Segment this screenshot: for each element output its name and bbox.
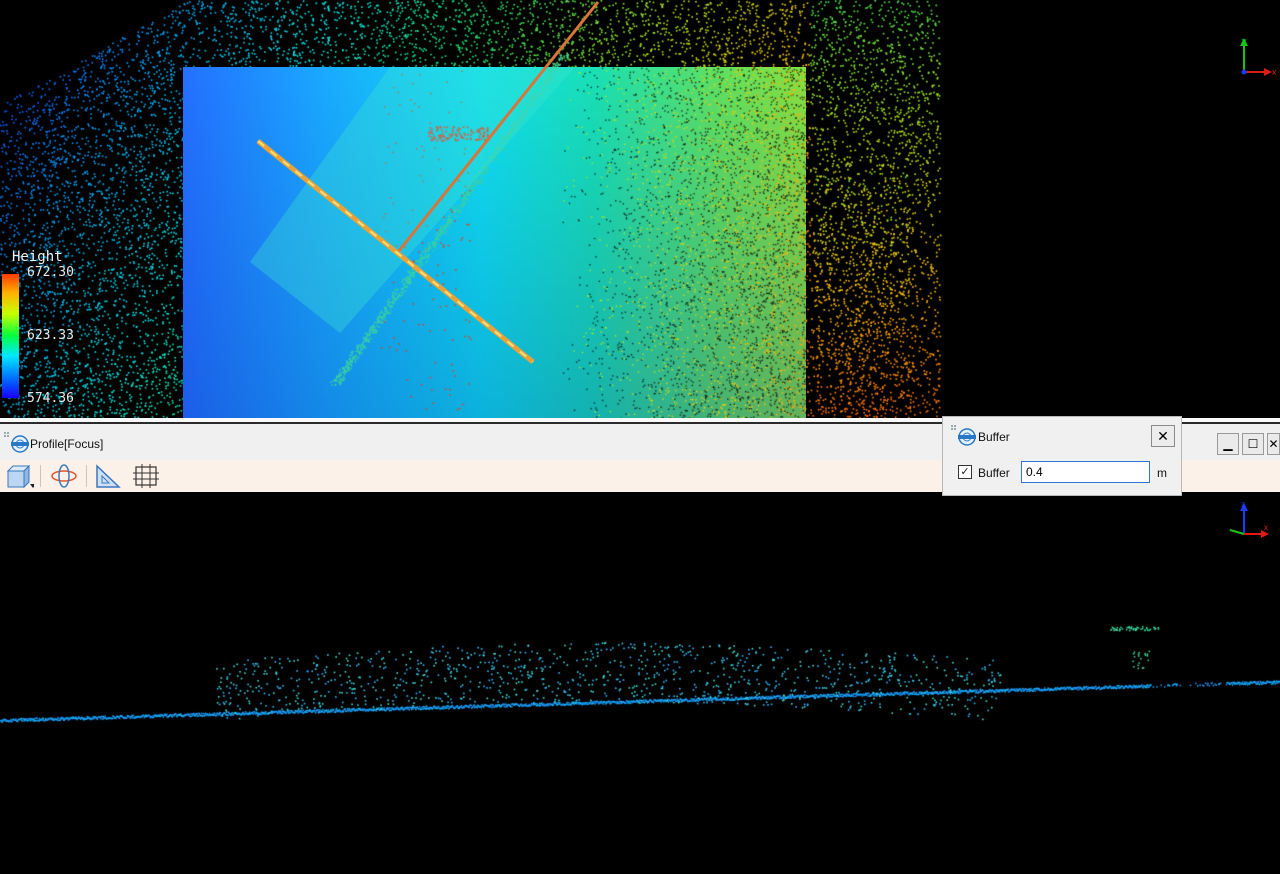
- orbit-button[interactable]: [49, 462, 79, 490]
- axis-gizmo-icon: y x: [1240, 36, 1277, 77]
- legend-min: 574.36: [27, 391, 74, 406]
- building-roof: [250, 67, 575, 333]
- checkmark-icon: ✓: [960, 465, 970, 478]
- minimize-icon: ▁: [1223, 437, 1233, 451]
- close-window-button[interactable]: ✕: [1267, 433, 1280, 455]
- grid-select-icon: [133, 464, 159, 488]
- axis-z-label: z: [1241, 500, 1245, 509]
- profile-point-canvas[interactable]: [0, 492, 1280, 874]
- profile-2d-view[interactable]: z x: [0, 492, 1280, 874]
- buffer-checkbox[interactable]: ✓: [958, 465, 972, 479]
- ruler-triangle-icon: [96, 464, 121, 488]
- legend-mid: 623.33: [27, 328, 74, 343]
- minimize-button[interactable]: ▁: [1217, 433, 1239, 455]
- orbit-icon: [51, 464, 77, 488]
- profile-title: Profile[Focus]: [30, 437, 104, 451]
- profile-axis-gizmo-icon: z x: [1229, 500, 1269, 538]
- legend-max: 672.30: [27, 265, 74, 280]
- view-mode-button[interactable]: [4, 462, 34, 490]
- buffer-checkbox-label: Buffer: [978, 466, 1010, 480]
- close-icon: ✕: [1157, 427, 1169, 444]
- legend-title: Height: [12, 249, 63, 265]
- measure-button[interactable]: [93, 462, 123, 490]
- buffer-close-button[interactable]: ✕: [1151, 425, 1175, 447]
- profile-axis-x-label: x: [1264, 523, 1268, 532]
- maximize-button[interactable]: ☐: [1242, 433, 1264, 455]
- measure-lines[interactable]: [0, 0, 1280, 418]
- buffer-dialog-title: Buffer: [978, 430, 1010, 444]
- axis-x-label: x: [1272, 67, 1277, 77]
- buffer-value-input[interactable]: [1021, 461, 1150, 483]
- maximize-icon: ☐: [1247, 437, 1259, 451]
- point-cloud-3d-view[interactable]: Height 672.30 623.33 574.36 y x: [0, 0, 1280, 418]
- cube-view-icon: [6, 464, 34, 489]
- app-logo-icon: [951, 425, 976, 446]
- close-icon: ✕: [1268, 437, 1279, 451]
- app-logo-icon: [4, 432, 29, 453]
- grid-select-button[interactable]: [131, 462, 161, 490]
- height-color-ramp: [2, 274, 19, 398]
- buffer-unit-label: m: [1157, 466, 1167, 480]
- axis-y-label: y: [1242, 36, 1247, 46]
- buffer-dialog[interactable]: Buffer ✕ ✓ Buffer m: [942, 416, 1182, 496]
